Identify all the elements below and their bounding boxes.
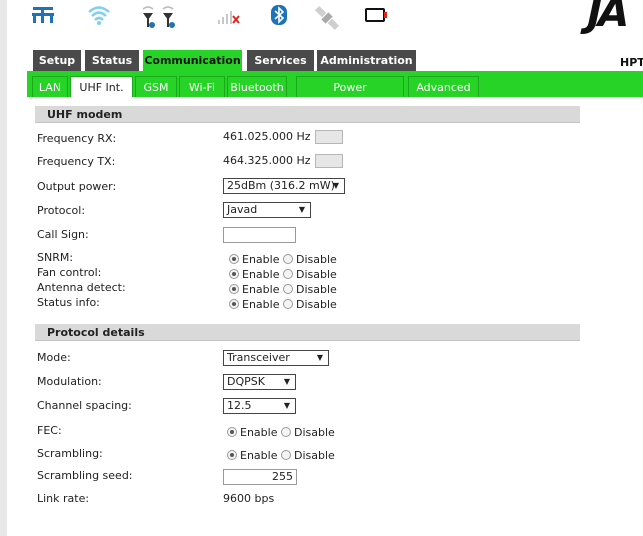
protocol-value: Javad bbox=[227, 203, 258, 216]
scrambling-seed-input[interactable]: 255 bbox=[223, 469, 297, 485]
signal-bars-disabled-icon bbox=[218, 11, 240, 24]
channel-spacing-select[interactable]: 12.5 ▼ bbox=[223, 398, 296, 414]
snrm-label: SNRM: bbox=[37, 251, 74, 264]
freq-rx-label: Frequency RX: bbox=[37, 132, 117, 145]
freq-rx-value: 461.025.000 Hz bbox=[223, 130, 311, 143]
satellite-icon bbox=[314, 5, 340, 31]
scrambling-seed-label: Scrambling seed: bbox=[37, 469, 133, 482]
disable-label: Disable bbox=[295, 253, 337, 266]
fan-control-enable-radio[interactable] bbox=[229, 269, 239, 279]
enable-label: Enable bbox=[242, 283, 280, 296]
modulation-label: Modulation: bbox=[37, 375, 102, 388]
freq-tx-edit-button[interactable] bbox=[314, 154, 343, 168]
scrambling-enable-radio[interactable] bbox=[227, 450, 237, 460]
tab-status[interactable]: Status bbox=[85, 50, 139, 71]
antenna-detect-enable-radio[interactable] bbox=[229, 284, 239, 294]
enable-label: Enable bbox=[242, 268, 280, 281]
protocol-label: Protocol: bbox=[37, 204, 86, 217]
section-title: Protocol details bbox=[47, 326, 145, 339]
fan-control-radio-group: Enable Disable bbox=[229, 268, 337, 281]
subtab-power-management[interactable]: Power Management bbox=[296, 76, 404, 115]
subtab-wifi[interactable]: Wi-Fi bbox=[179, 76, 225, 97]
output-power-select[interactable]: 25dBm (316.2 mW) ▼ bbox=[223, 178, 345, 194]
gsm-antenna-icon bbox=[142, 6, 175, 28]
section-title: UHF modem bbox=[47, 108, 123, 121]
freq-tx-label: Frequency TX: bbox=[37, 155, 116, 168]
disable-label: Disable bbox=[293, 449, 335, 462]
protocol-select[interactable]: Javad ▼ bbox=[223, 202, 311, 218]
snrm-enable-radio[interactable] bbox=[229, 254, 239, 264]
status-icon-bar bbox=[7, 0, 643, 38]
status-info-enable-radio[interactable] bbox=[229, 299, 239, 309]
subtab-lan[interactable]: LAN bbox=[32, 76, 68, 97]
battery-icon bbox=[365, 8, 387, 22]
freq-rx-edit-button[interactable] bbox=[314, 130, 343, 144]
freq-tx-value: 464.325.000 Hz bbox=[223, 154, 311, 167]
output-power-value: 25dBm (316.2 mW) bbox=[227, 179, 335, 192]
disable-label: Disable bbox=[293, 426, 335, 439]
output-power-label: Output power: bbox=[37, 180, 117, 193]
modulation-value: DQPSK bbox=[227, 375, 265, 388]
wifi-icon bbox=[88, 6, 110, 25]
scrambling-radio-group: Enable Disable bbox=[227, 449, 335, 462]
subtab-bluetooth[interactable]: Bluetooth bbox=[227, 76, 287, 97]
antenna-detect-disable-radio[interactable] bbox=[282, 284, 293, 294]
model-label: HPT4 bbox=[620, 56, 643, 69]
call-sign-label: Call Sign: bbox=[37, 228, 89, 241]
section-protocol-details: Protocol details bbox=[35, 324, 580, 341]
scrambling-disable-radio[interactable] bbox=[280, 450, 291, 460]
link-rate-label: Link rate: bbox=[37, 492, 90, 505]
lan-icon bbox=[32, 7, 54, 23]
fan-control-label: Fan control: bbox=[37, 266, 102, 279]
sub-tabs: LAN UHF Int. GSM Wi-Fi Bluetooth Power M… bbox=[27, 71, 643, 115]
tab-services[interactable]: Services bbox=[247, 50, 314, 71]
enable-label: Enable bbox=[240, 426, 278, 439]
freq-rx-row: 461.025.000 Hz bbox=[223, 130, 343, 144]
snrm-radio-group: Enable Disable bbox=[229, 253, 337, 266]
mode-label: Mode: bbox=[37, 351, 71, 364]
subtab-uhf-int[interactable]: UHF Int. bbox=[70, 76, 133, 97]
disable-label: Disable bbox=[295, 268, 337, 281]
antenna-detect-label: Antenna detect: bbox=[37, 281, 126, 294]
enable-label: Enable bbox=[242, 253, 280, 266]
chevron-down-icon: ▼ bbox=[332, 181, 339, 190]
disable-label: Disable bbox=[295, 298, 337, 311]
fec-radio-group: Enable Disable bbox=[227, 426, 335, 439]
bluetooth-icon bbox=[271, 5, 287, 25]
fec-label: FEC: bbox=[37, 424, 62, 437]
antenna-detect-radio-group: Enable Disable bbox=[229, 283, 337, 296]
mode-value: Transceiver bbox=[227, 351, 290, 364]
enable-label: Enable bbox=[242, 298, 280, 311]
enable-label: Enable bbox=[240, 449, 278, 462]
mode-select[interactable]: Transceiver ▼ bbox=[223, 350, 329, 366]
fan-control-disable-radio[interactable] bbox=[282, 269, 293, 279]
channel-spacing-label: Channel spacing: bbox=[37, 399, 132, 412]
modulation-select[interactable]: DQPSK ▼ bbox=[223, 374, 296, 390]
chevron-down-icon: ▼ bbox=[283, 401, 290, 410]
subtab-advanced[interactable]: Advanced bbox=[408, 76, 479, 97]
chevron-down-icon: ▼ bbox=[316, 353, 323, 362]
chevron-down-icon: ▼ bbox=[298, 205, 305, 214]
channel-spacing-value: 12.5 bbox=[227, 399, 252, 412]
tab-setup[interactable]: Setup bbox=[33, 50, 81, 71]
tab-communication[interactable]: Communication bbox=[143, 50, 242, 71]
scrambling-label: Scrambling: bbox=[37, 447, 103, 460]
snrm-disable-radio[interactable] bbox=[282, 254, 293, 264]
tab-administration[interactable]: Administration bbox=[317, 50, 416, 71]
chevron-down-icon: ▼ bbox=[283, 377, 290, 386]
fec-enable-radio[interactable] bbox=[227, 427, 237, 437]
link-rate-value: 9600 bps bbox=[223, 492, 275, 505]
status-info-label: Status info: bbox=[37, 296, 100, 309]
call-sign-input[interactable] bbox=[223, 227, 296, 243]
status-info-disable-radio[interactable] bbox=[282, 299, 293, 309]
left-margin bbox=[0, 0, 7, 536]
status-info-radio-group: Enable Disable bbox=[229, 298, 337, 311]
freq-tx-row: 464.325.000 Hz bbox=[223, 154, 343, 168]
subtab-gsm[interactable]: GSM bbox=[135, 76, 177, 97]
fec-disable-radio[interactable] bbox=[280, 427, 291, 437]
disable-label: Disable bbox=[295, 283, 337, 296]
section-uhf-modem: UHF modem bbox=[35, 106, 580, 123]
